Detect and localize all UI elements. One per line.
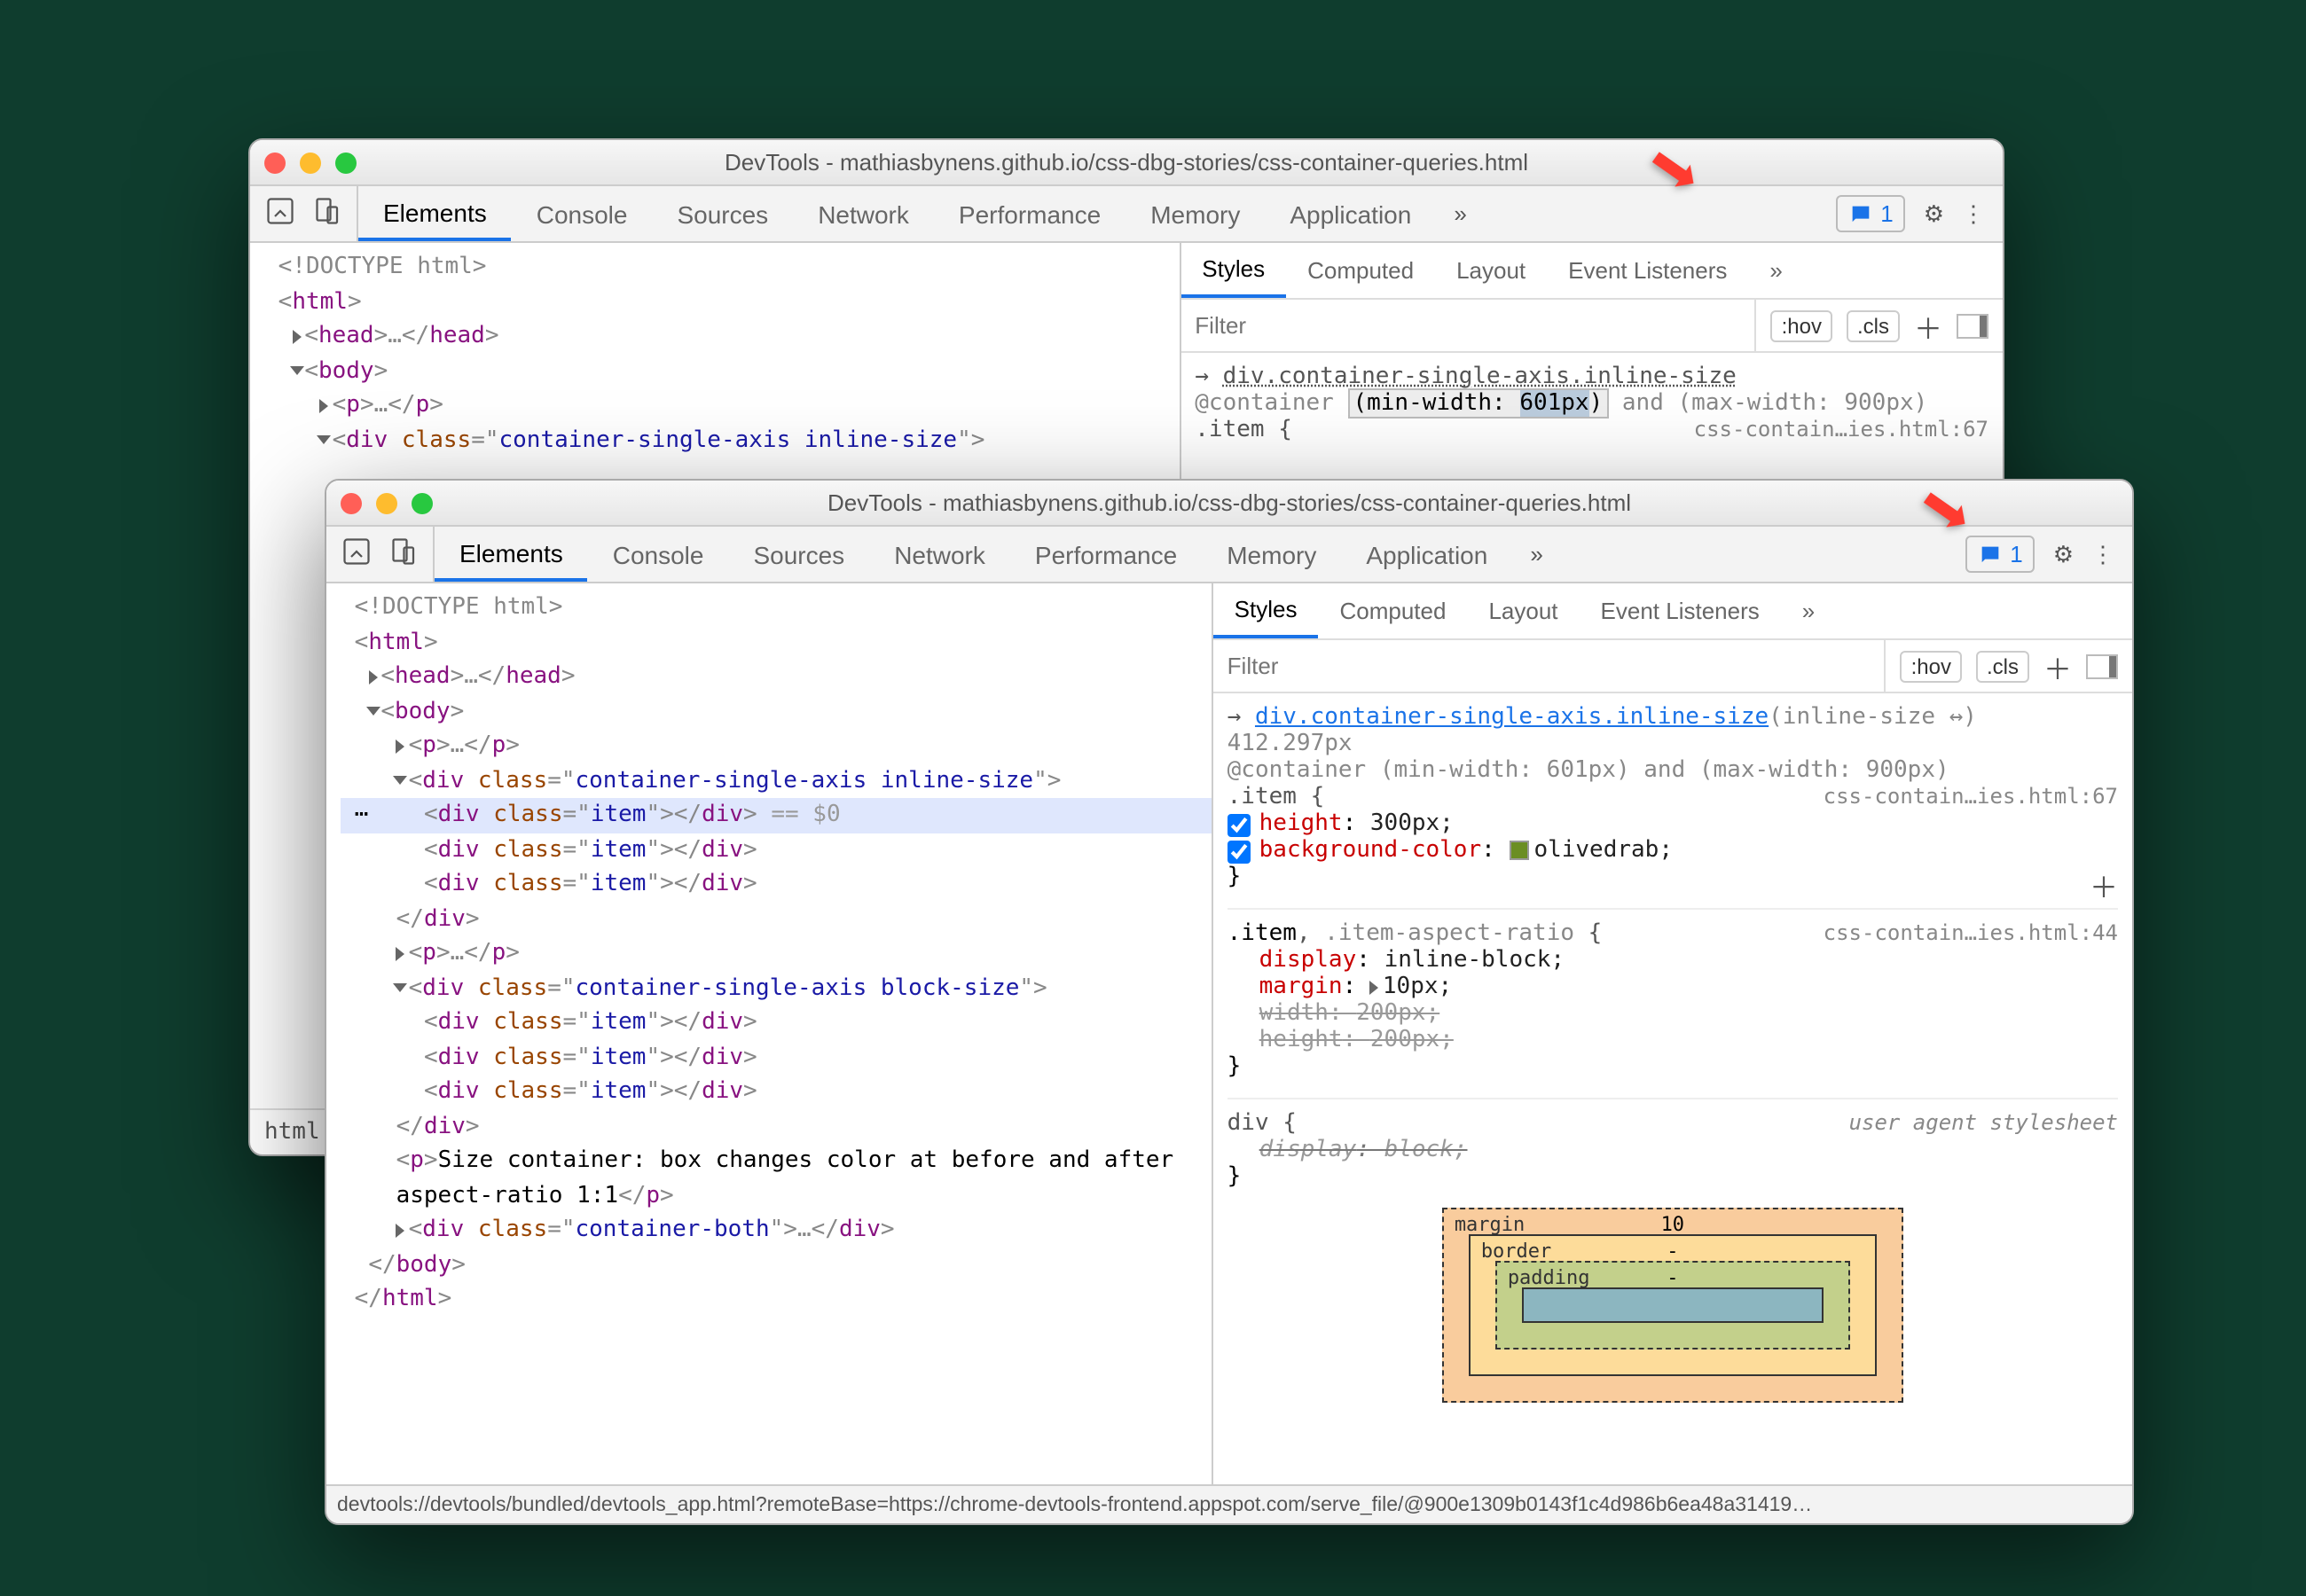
tab-sources[interactable]: Sources bbox=[652, 186, 793, 241]
panel-toggle-icon[interactable] bbox=[2086, 653, 2118, 678]
tab-sources[interactable]: Sources bbox=[728, 527, 869, 582]
rule-source[interactable]: css-contain…ies.html:44 bbox=[1824, 920, 2118, 945]
device-icon[interactable] bbox=[310, 195, 342, 232]
main-tabs-w2: ElementsConsoleSourcesNetworkPerformance… bbox=[326, 527, 2132, 583]
tab-application[interactable]: Application bbox=[1341, 527, 1512, 582]
container-chip[interactable]: → div.container-single-axis.inline-size(… bbox=[1228, 704, 2118, 731]
close-icon[interactable] bbox=[264, 152, 286, 173]
subtab-styles[interactable]: Styles bbox=[1213, 583, 1319, 638]
subtab-computed[interactable]: Computed bbox=[1318, 583, 1467, 638]
class-attr: container-single-axis inline-size bbox=[499, 426, 958, 453]
container-size: 412.297px bbox=[1228, 731, 2118, 757]
add-prop-icon[interactable]: ＋ bbox=[2090, 864, 2118, 906]
subtab-layout[interactable]: Layout bbox=[1467, 583, 1579, 638]
more-tabs-icon[interactable]: » bbox=[1436, 186, 1484, 241]
color-swatch-icon[interactable] bbox=[1509, 841, 1528, 860]
traffic-lights[interactable] bbox=[341, 492, 433, 513]
rule-source[interactable]: css-contain…ies.html:67 bbox=[1694, 417, 1988, 442]
tab-console[interactable]: Console bbox=[588, 527, 729, 582]
message-count: 1 bbox=[2010, 541, 2022, 567]
kebab-icon[interactable]: ⋮ bbox=[1962, 200, 1985, 228]
selected-node[interactable]: ⋯ <div class="item"></div> == $0 bbox=[341, 798, 1212, 833]
messages-button[interactable]: 1 bbox=[1965, 536, 2035, 573]
close-icon[interactable] bbox=[341, 492, 362, 513]
inspect-icon[interactable] bbox=[264, 195, 296, 232]
message-count: 1 bbox=[1880, 200, 1893, 227]
more-subtabs-icon[interactable]: » bbox=[1748, 243, 1803, 298]
messages-button[interactable]: 1 bbox=[1836, 195, 1905, 232]
panel-toggle-icon[interactable] bbox=[1957, 313, 1988, 338]
sub-tabs-w2: StylesComputedLayoutEvent Listeners» bbox=[1213, 583, 2132, 640]
elements-tree-w2[interactable]: <!DOCTYPE html> <html> <head>…</head> <b… bbox=[326, 583, 1212, 1484]
rule-source-ua: user agent stylesheet bbox=[1849, 1110, 2118, 1135]
status-bar: devtools://devtools/bundled/devtools_app… bbox=[326, 1484, 2132, 1523]
hov-button[interactable]: :hov bbox=[1901, 650, 1962, 682]
styles-body-w2[interactable]: ➡ → div.container-single-axis.inline-siz… bbox=[1213, 693, 2132, 1484]
styles-filter-input[interactable] bbox=[1180, 312, 1754, 339]
maximize-icon[interactable] bbox=[412, 492, 433, 513]
prop-bg[interactable]: background-color: olivedrab; bbox=[1228, 837, 2118, 864]
subtab-computed[interactable]: Computed bbox=[1286, 243, 1435, 298]
subtab-event-listeners[interactable]: Event Listeners bbox=[1547, 243, 1748, 298]
cq-hl: 601px bbox=[1519, 390, 1588, 417]
minimize-icon[interactable] bbox=[300, 152, 321, 173]
inspect-icon[interactable] bbox=[341, 536, 373, 573]
device-icon[interactable] bbox=[387, 536, 419, 573]
traffic-lights[interactable] bbox=[264, 152, 357, 173]
doctype: <!DOCTYPE html> bbox=[278, 254, 487, 280]
maximize-icon[interactable] bbox=[335, 152, 357, 173]
tab-network[interactable]: Network bbox=[869, 527, 1010, 582]
prop-checkbox[interactable] bbox=[1228, 841, 1251, 864]
window-title: DevTools - mathiasbynens.github.io/css-d… bbox=[250, 149, 2003, 176]
titlebar-w2[interactable]: DevTools - mathiasbynens.github.io/css-d… bbox=[326, 481, 2132, 527]
subtab-event-listeners[interactable]: Event Listeners bbox=[1580, 583, 1781, 638]
prop-checkbox[interactable] bbox=[1228, 814, 1251, 837]
add-rule-icon[interactable]: ＋ bbox=[2043, 645, 2072, 687]
rule-source[interactable]: css-contain…ies.html:67 bbox=[1824, 784, 2118, 809]
tab-performance[interactable]: Performance bbox=[1010, 527, 1202, 582]
add-rule-icon[interactable]: ＋ bbox=[1914, 304, 1942, 347]
prop-height[interactable]: height: 300px; bbox=[1228, 810, 2118, 837]
kebab-icon[interactable]: ⋮ bbox=[2091, 540, 2114, 568]
hov-button[interactable]: :hov bbox=[1771, 309, 1832, 341]
subtab-layout[interactable]: Layout bbox=[1435, 243, 1547, 298]
window-title: DevTools - mathiasbynens.github.io/css-d… bbox=[326, 489, 2132, 516]
box-model[interactable]: margin10 border- padding- bbox=[1442, 1208, 1903, 1403]
minimize-icon[interactable] bbox=[376, 492, 397, 513]
crumb-html[interactable]: html bbox=[264, 1119, 320, 1146]
tab-console[interactable]: Console bbox=[512, 186, 653, 241]
doctype: <!DOCTYPE html> bbox=[355, 594, 563, 621]
gear-icon[interactable]: ⚙ bbox=[1924, 200, 1944, 228]
tab-elements[interactable]: Elements bbox=[435, 527, 588, 582]
paragraph-text: Size container: box changes color at bef… bbox=[396, 1147, 1174, 1209]
subtab-styles[interactable]: Styles bbox=[1180, 243, 1286, 298]
tab-elements[interactable]: Elements bbox=[358, 186, 512, 241]
sub-tabs-w1: StylesComputedLayoutEvent Listeners» bbox=[1180, 243, 2003, 300]
tab-network[interactable]: Network bbox=[793, 186, 934, 241]
gear-icon[interactable]: ⚙ bbox=[2053, 540, 2074, 568]
titlebar-w1[interactable]: DevTools - mathiasbynens.github.io/css-d… bbox=[250, 140, 2003, 186]
styles-filter-input[interactable] bbox=[1213, 653, 1885, 679]
tab-memory[interactable]: Memory bbox=[1126, 186, 1265, 241]
tab-performance[interactable]: Performance bbox=[934, 186, 1126, 241]
tab-memory[interactable]: Memory bbox=[1202, 527, 1341, 582]
container-chip[interactable]: → div.container-single-axis.inline-size bbox=[1195, 364, 1988, 390]
rule-selector: .item { bbox=[1228, 784, 1325, 810]
tab-application[interactable]: Application bbox=[1265, 186, 1436, 241]
main-tabs-w1: ElementsConsoleSourcesNetworkPerformance… bbox=[250, 186, 2003, 243]
cls-button[interactable]: .cls bbox=[1847, 309, 1900, 341]
more-tabs-icon[interactable]: » bbox=[1512, 527, 1560, 582]
more-subtabs-icon[interactable]: » bbox=[1781, 583, 1836, 638]
cls-button[interactable]: .cls bbox=[1976, 650, 2029, 682]
rule-selector: .item { bbox=[1195, 417, 1292, 443]
container-query: @container (min-width: 601px) and (max-w… bbox=[1228, 757, 2118, 784]
